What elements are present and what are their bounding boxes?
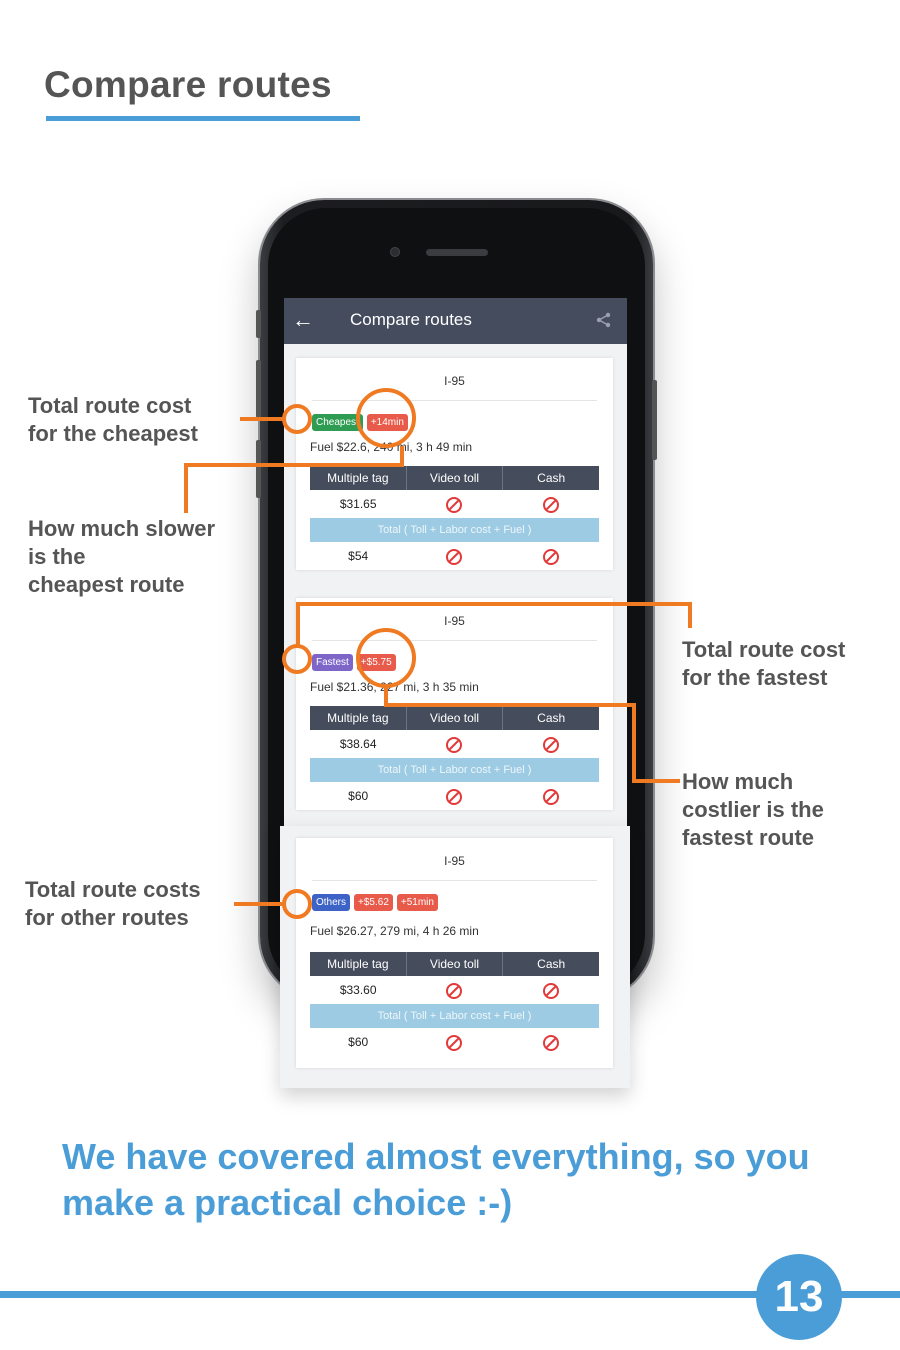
power-button [652, 380, 657, 460]
page-number: 13 [756, 1254, 842, 1340]
not-available-icon [542, 496, 559, 513]
callout-line-slower-h [184, 463, 404, 467]
card-divider [312, 400, 597, 401]
not-available-icon [446, 982, 463, 999]
callout-line-costlier-v2 [632, 703, 636, 783]
arrow-left-icon[interactable]: ← [292, 307, 314, 333]
annotation-cheapest-cost: Total route cost for the cheapest [28, 393, 198, 446]
toll-multiple-tag: $31.65 [339, 497, 377, 511]
callout-line-cheapest-cost [240, 417, 286, 421]
total-multiple-tag: $60 [348, 789, 369, 803]
col-multiple-tag: Multiple tag [310, 466, 407, 490]
toll-video-unavailable [406, 490, 502, 518]
callout-line-costlier-h1 [384, 703, 636, 707]
page-title: Compare routes [44, 64, 332, 105]
col-cash: Cash [537, 471, 566, 485]
annotation-other-cost: Total route costs for other routes [25, 877, 201, 930]
not-available-icon [542, 548, 559, 565]
front-camera-icon [390, 247, 400, 257]
fastest-badge: Fastest [312, 654, 353, 671]
annotation-cheapest-slower: How much slower is the cheapest route [28, 516, 216, 597]
app-title: Compare routes [350, 310, 472, 329]
card-divider [312, 880, 597, 881]
not-available-icon [446, 496, 463, 513]
col-multiple-tag: Multiple tag [310, 706, 407, 730]
total-band: Total ( Toll + Labor cost + Fuel ) [310, 758, 599, 782]
cost-table: Multiple tag Video toll Cash $33.60 Tota… [310, 952, 599, 1056]
others-badge: Others [312, 894, 351, 911]
total-band: Total ( Toll + Labor cost + Fuel ) [310, 1004, 599, 1028]
col-cash: Cash [537, 957, 566, 971]
cost-table: Multiple tag Video toll Cash $38.64 Tota… [310, 706, 599, 810]
callout-line-fastest-cost-left [296, 602, 300, 646]
speaker-grille [426, 249, 488, 256]
callout-line-costlier-h2 [632, 779, 680, 783]
col-video-toll: Video toll [407, 952, 504, 976]
volume-up-button [256, 360, 261, 418]
toll-multiple-tag: $38.64 [339, 737, 377, 751]
mute-switch [256, 310, 261, 338]
col-cash: Cash [537, 711, 566, 725]
annotation-fastest-costlier: How much costlier is the fastest route [682, 769, 824, 850]
not-available-icon [542, 788, 559, 805]
cost-difference-badge: +$5.62 [354, 894, 393, 911]
fuel-summary: Fuel $26.27, 279 mi, 4 h 26 min [310, 924, 479, 938]
total-multiple-tag: $60 [348, 1035, 369, 1049]
volume-down-button [256, 440, 261, 498]
route-road-name: I-95 [444, 374, 465, 388]
not-available-icon [542, 982, 559, 999]
not-available-icon [542, 736, 559, 753]
callout-ring-cheapest-badge [282, 404, 312, 434]
toll-multiple-tag: $33.60 [339, 983, 377, 997]
col-multiple-tag: Multiple tag [310, 952, 407, 976]
callout-line-other-cost [234, 902, 286, 906]
annotation-fastest-cost: Total route cost for the fastest [682, 637, 846, 690]
not-available-icon [446, 736, 463, 753]
route-road-name: I-95 [444, 854, 465, 868]
callout-ring-slower-badge [356, 388, 416, 448]
callout-ring-costlier-badge [356, 628, 416, 688]
not-available-icon [446, 548, 463, 565]
not-available-icon [446, 788, 463, 805]
tagline: We have covered almost everything, so yo… [62, 1136, 810, 1223]
callout-line-slower-down [184, 463, 188, 513]
callout-ring-fastest-badge [282, 644, 312, 674]
not-available-icon [446, 1034, 463, 1051]
callout-line-fastest-cost-v [688, 602, 692, 628]
toll-cash-unavailable [503, 490, 599, 518]
title-underline [46, 116, 360, 121]
route-card-other[interactable]: I-95 Others +$5.62 +51min Fuel $26.27, 2… [296, 838, 613, 1068]
col-video-toll: Video toll [407, 706, 504, 730]
time-difference-badge: +51min [396, 894, 438, 911]
callout-ring-other-badge [282, 889, 312, 919]
cost-table: Multiple tag Video toll Cash $31.65 Tota… [310, 466, 599, 570]
callout-line-fastest-cost-h [296, 602, 692, 606]
app-bar: ← Compare routes [284, 298, 627, 344]
route-road-name: I-95 [444, 614, 465, 628]
total-multiple-tag: $54 [348, 549, 369, 563]
share-icon[interactable] [595, 311, 613, 329]
total-band: Total ( Toll + Labor cost + Fuel ) [310, 518, 599, 542]
not-available-icon [542, 1034, 559, 1051]
col-video-toll: Video toll [407, 466, 504, 490]
card-divider [312, 640, 597, 641]
